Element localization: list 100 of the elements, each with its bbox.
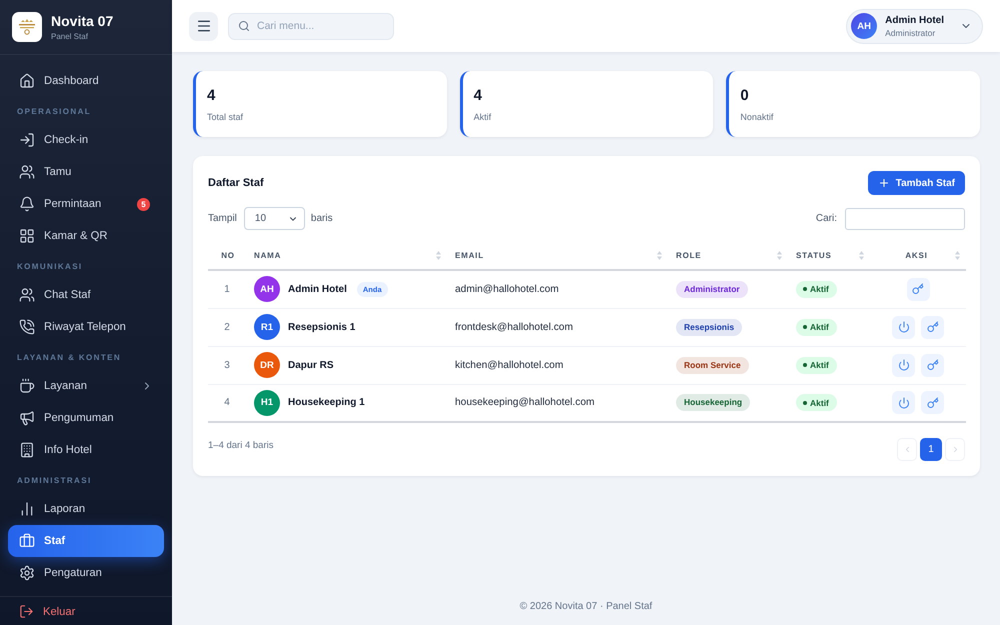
user-avatar: AH	[851, 13, 878, 39]
role-tag: Room Service	[676, 356, 749, 374]
avatar: R1	[254, 314, 280, 340]
sidebar-item[interactable]: Pengaturan	[8, 557, 164, 589]
status-dot-icon	[803, 363, 807, 367]
power-button[interactable]	[892, 354, 915, 376]
logout-item[interactable]: Keluar	[8, 599, 164, 624]
sidebar-item[interactable]: Layanan	[8, 370, 164, 402]
key-icon	[926, 321, 938, 333]
power-icon	[898, 321, 910, 333]
logo-icon	[12, 12, 42, 42]
section-heading: ADMINISTRASI	[16, 475, 93, 487]
briefcase-icon	[19, 533, 35, 549]
logout-icon	[19, 604, 34, 619]
email-text: admin@hallohotel.com	[455, 284, 559, 295]
row-number: 4	[224, 397, 230, 408]
row-number: 2	[224, 322, 230, 332]
sidebar-item[interactable]: Check-in	[8, 124, 164, 156]
table-search-field[interactable]	[845, 208, 965, 230]
column-header: NAMA	[254, 251, 282, 260]
count-badge: 5	[137, 198, 150, 210]
status-dot-icon	[803, 325, 807, 329]
show-label: Tampil	[208, 213, 237, 224]
status-tag: Aktif	[796, 356, 837, 374]
menu-button[interactable]	[189, 12, 218, 40]
brand-subtitle: Panel Staf	[51, 32, 89, 42]
stat-value: 4	[207, 87, 216, 105]
staff-name: Housekeeping 1	[288, 397, 365, 408]
sidebar-item[interactable]: Riwayat Telepon	[8, 311, 164, 343]
bell-icon	[19, 196, 35, 212]
column-header: AKSI	[904, 251, 929, 260]
settings-icon	[19, 565, 35, 581]
footer-text: © 2026 Novita 07 · Panel Staf	[518, 601, 654, 614]
table-summary: 1–4 dari 4 baris	[208, 440, 274, 451]
section-heading: LAYANAN & KONTEN	[16, 352, 122, 364]
sidebar-item[interactable]: Kamar & QR	[8, 220, 164, 252]
column-header: ROLE	[676, 251, 702, 260]
sidebar-item[interactable]: Staf	[8, 525, 164, 557]
stat-label: Aktif	[474, 112, 492, 123]
status-tag: Aktif	[796, 394, 837, 412]
avatar: H1	[254, 390, 280, 416]
sidebar-item[interactable]: Dashboard	[8, 65, 164, 97]
sidebar-item[interactable]: Laporan	[8, 493, 164, 525]
row-number: 3	[224, 360, 230, 370]
avatar: DR	[254, 352, 280, 378]
building-icon	[19, 442, 35, 458]
key-button[interactable]	[921, 354, 944, 376]
coffee-cup-icon	[19, 378, 35, 394]
power-button[interactable]	[892, 316, 915, 338]
key-button[interactable]	[921, 316, 944, 338]
role-tag: Administrator	[676, 280, 748, 298]
phone-icon	[19, 319, 35, 335]
section-heading: OPERASIONAL	[16, 106, 92, 118]
status-dot-icon	[803, 400, 807, 405]
key-icon	[926, 396, 938, 409]
sidebar-item[interactable]: Tamu	[8, 156, 164, 188]
key-button[interactable]	[921, 391, 944, 414]
power-icon	[898, 396, 910, 409]
sidebar-item[interactable]: Pengumuman	[8, 402, 164, 434]
staff-name: Admin Hotel	[288, 284, 347, 295]
menu-icon	[196, 18, 212, 34]
key-icon	[926, 359, 938, 371]
section-heading: KOMUNIKASI	[16, 261, 84, 273]
add-staff-button[interactable]: Tambah Staf	[868, 171, 965, 195]
megaphone-icon	[19, 410, 35, 426]
stat-value: 0	[740, 87, 749, 105]
home-icon	[19, 73, 35, 89]
column-header: NO	[220, 251, 236, 260]
brand-name: Novita 07	[51, 12, 114, 28]
status-tag: Aktif	[796, 280, 837, 298]
stat-label: Total staf	[207, 112, 244, 123]
power-icon	[898, 359, 910, 371]
plus-icon	[878, 177, 890, 189]
search-icon	[238, 20, 250, 32]
login-icon	[19, 132, 35, 148]
staff-name: Resepsionis 1	[288, 322, 356, 332]
sidebar-item[interactable]: Chat Staf	[8, 279, 164, 311]
grid-icon	[19, 228, 35, 244]
staff-name: Dapur RS	[288, 360, 334, 370]
sidebar-item[interactable]: Info Hotel	[8, 434, 164, 466]
users-icon	[19, 287, 35, 303]
rows-label: baris	[310, 213, 333, 224]
page-button[interactable]: 1	[920, 438, 942, 461]
user-menu-button[interactable]: AH Admin Hotel Administrator	[846, 8, 983, 44]
users-icon	[19, 164, 35, 180]
avatar: AH	[254, 276, 280, 302]
role-tag: Housekeeping	[676, 394, 750, 412]
key-icon	[912, 283, 924, 296]
search-field[interactable]: Cari menu...	[228, 12, 394, 40]
email-text: housekeeping@hallohotel.com	[455, 397, 594, 408]
row-number: 1	[224, 284, 230, 295]
column-header: STATUS	[796, 251, 832, 260]
stat-value: 4	[474, 87, 482, 105]
page-size-select[interactable]: 10	[244, 207, 305, 230]
status-tag: Aktif	[796, 318, 837, 336]
sidebar-item[interactable]: Permintaan 5	[8, 188, 164, 220]
key-button[interactable]	[906, 278, 930, 301]
bar-chart-icon	[19, 501, 35, 517]
role-tag: Resepsionis	[676, 318, 742, 336]
power-button[interactable]	[892, 391, 915, 414]
